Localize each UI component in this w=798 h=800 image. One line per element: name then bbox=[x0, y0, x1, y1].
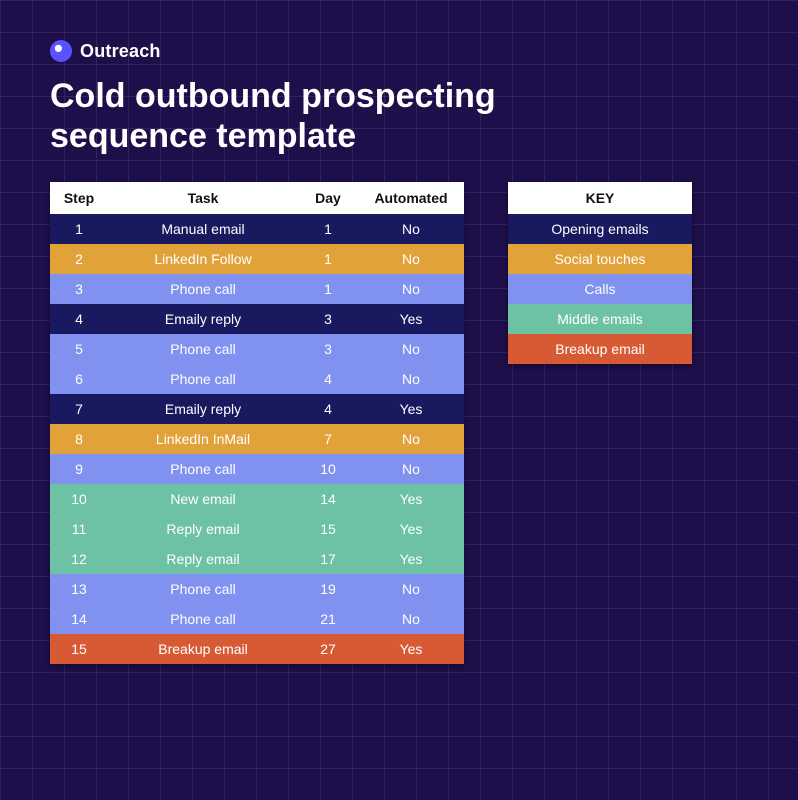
cell-day: 17 bbox=[298, 544, 358, 574]
cell-step: 3 bbox=[50, 274, 108, 304]
cell-task: Reply email bbox=[108, 514, 298, 544]
legend-item: Opening emails bbox=[508, 214, 692, 244]
legend-header: KEY bbox=[508, 182, 692, 214]
cell-day: 1 bbox=[298, 274, 358, 304]
cell-task: Phone call bbox=[108, 274, 298, 304]
cell-day: 1 bbox=[298, 214, 358, 244]
legend-item: Calls bbox=[508, 274, 692, 304]
cell-automated: Yes bbox=[358, 304, 464, 334]
table-row: 3Phone call1No bbox=[50, 274, 464, 304]
legend: KEY Opening emailsSocial touchesCallsMid… bbox=[508, 182, 692, 364]
cell-day: 27 bbox=[298, 634, 358, 664]
table-header-row: Step Task Day Automated bbox=[50, 182, 464, 214]
table-row: 9Phone call10No bbox=[50, 454, 464, 484]
cell-day: 4 bbox=[298, 364, 358, 394]
cell-step: 6 bbox=[50, 364, 108, 394]
cell-step: 14 bbox=[50, 604, 108, 634]
cell-step: 5 bbox=[50, 334, 108, 364]
cell-step: 2 bbox=[50, 244, 108, 274]
header-step: Step bbox=[50, 182, 108, 214]
cell-day: 10 bbox=[298, 454, 358, 484]
cell-day: 15 bbox=[298, 514, 358, 544]
cell-task: Reply email bbox=[108, 544, 298, 574]
cell-day: 21 bbox=[298, 604, 358, 634]
cell-step: 15 bbox=[50, 634, 108, 664]
cell-automated: No bbox=[358, 244, 464, 274]
table-row: 8LinkedIn InMail7No bbox=[50, 424, 464, 454]
table-row: 4Emaily reply3Yes bbox=[50, 304, 464, 334]
cell-day: 3 bbox=[298, 304, 358, 334]
cell-automated: No bbox=[358, 604, 464, 634]
cell-step: 10 bbox=[50, 484, 108, 514]
cell-task: Breakup email bbox=[108, 634, 298, 664]
header-task: Task bbox=[108, 182, 298, 214]
cell-step: 9 bbox=[50, 454, 108, 484]
cell-day: 14 bbox=[298, 484, 358, 514]
table-row: 12Reply email17Yes bbox=[50, 544, 464, 574]
cell-step: 11 bbox=[50, 514, 108, 544]
table-row: 2LinkedIn Follow1No bbox=[50, 244, 464, 274]
cell-automated: No bbox=[358, 424, 464, 454]
table-row: 11Reply email15Yes bbox=[50, 514, 464, 544]
header-day: Day bbox=[298, 182, 358, 214]
cell-automated: Yes bbox=[358, 544, 464, 574]
page: Outreach Cold outbound prospecting seque… bbox=[0, 0, 798, 704]
cell-task: LinkedIn Follow bbox=[108, 244, 298, 274]
cell-day: 4 bbox=[298, 394, 358, 424]
cell-automated: No bbox=[358, 574, 464, 604]
cell-task: Phone call bbox=[108, 604, 298, 634]
legend-item: Middle emails bbox=[508, 304, 692, 334]
table-row: 7Emaily reply4Yes bbox=[50, 394, 464, 424]
table-row: 14Phone call21No bbox=[50, 604, 464, 634]
table-row: 6Phone call4No bbox=[50, 364, 464, 394]
cell-task: Emaily reply bbox=[108, 304, 298, 334]
cell-automated: No bbox=[358, 214, 464, 244]
header-automated: Automated bbox=[358, 182, 464, 214]
sequence-table: Step Task Day Automated 1Manual email1No… bbox=[50, 182, 464, 664]
brand-name: Outreach bbox=[80, 41, 161, 62]
cell-automated: Yes bbox=[358, 634, 464, 664]
cell-automated: Yes bbox=[358, 514, 464, 544]
table-row: 1Manual email1No bbox=[50, 214, 464, 244]
cell-step: 13 bbox=[50, 574, 108, 604]
cell-step: 1 bbox=[50, 214, 108, 244]
cell-automated: No bbox=[358, 454, 464, 484]
cell-task: New email bbox=[108, 484, 298, 514]
cell-task: LinkedIn InMail bbox=[108, 424, 298, 454]
legend-item: Breakup email bbox=[508, 334, 692, 364]
cell-task: Phone call bbox=[108, 454, 298, 484]
table-row: 10New email14Yes bbox=[50, 484, 464, 514]
cell-day: 7 bbox=[298, 424, 358, 454]
legend-item: Social touches bbox=[508, 244, 692, 274]
cell-automated: Yes bbox=[358, 484, 464, 514]
content: Step Task Day Automated 1Manual email1No… bbox=[50, 182, 748, 664]
cell-day: 3 bbox=[298, 334, 358, 364]
cell-automated: No bbox=[358, 364, 464, 394]
cell-step: 7 bbox=[50, 394, 108, 424]
table-row: 13Phone call19No bbox=[50, 574, 464, 604]
page-title: Cold outbound prospecting sequence templ… bbox=[50, 76, 610, 156]
brand-logo: Outreach bbox=[50, 40, 748, 62]
table-row: 15Breakup email27Yes bbox=[50, 634, 464, 664]
cell-task: Phone call bbox=[108, 364, 298, 394]
cell-task: Emaily reply bbox=[108, 394, 298, 424]
cell-task: Phone call bbox=[108, 334, 298, 364]
cell-automated: Yes bbox=[358, 394, 464, 424]
cell-day: 1 bbox=[298, 244, 358, 274]
table-row: 5Phone call3No bbox=[50, 334, 464, 364]
cell-step: 8 bbox=[50, 424, 108, 454]
cell-automated: No bbox=[358, 274, 464, 304]
brand-mark-icon bbox=[50, 40, 72, 62]
cell-task: Phone call bbox=[108, 574, 298, 604]
cell-step: 4 bbox=[50, 304, 108, 334]
cell-automated: No bbox=[358, 334, 464, 364]
cell-task: Manual email bbox=[108, 214, 298, 244]
cell-step: 12 bbox=[50, 544, 108, 574]
cell-day: 19 bbox=[298, 574, 358, 604]
